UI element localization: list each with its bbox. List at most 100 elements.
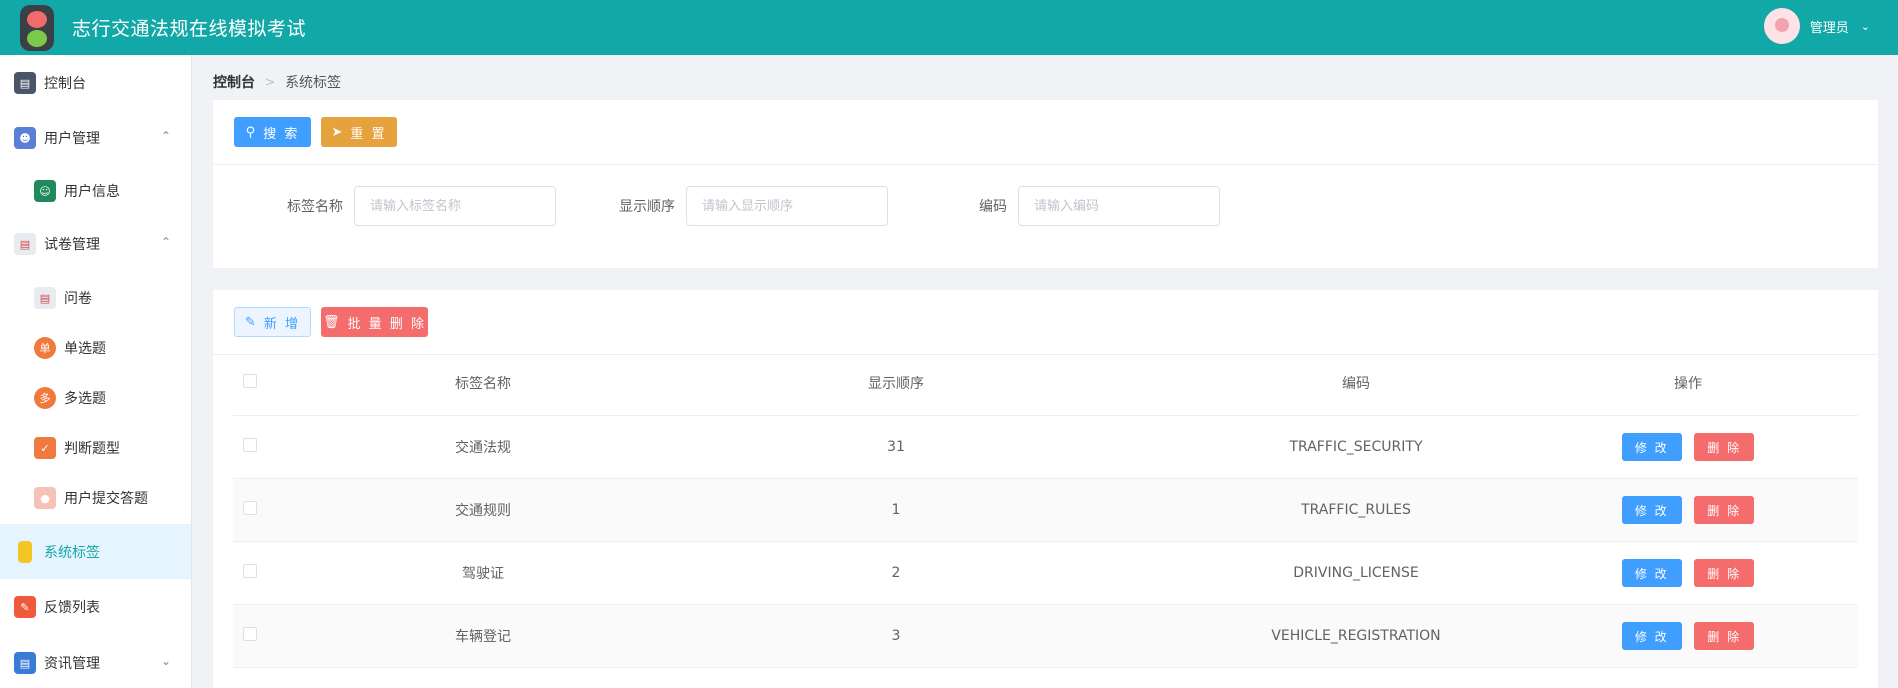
user-menu[interactable]: 管理员 ⌄ <box>1763 8 1870 44</box>
delete-button[interactable]: 删 除 <box>1694 496 1755 524</box>
cell-tag-name: 车辆登记 <box>455 629 511 645</box>
sidebar-item-label: 用户提交答题 <box>64 491 148 507</box>
display-order-label: 显示顺序 <box>619 199 675 215</box>
breadcrumb-home[interactable]: 控制台 <box>213 72 255 92</box>
code-label: 编码 <box>979 199 1007 215</box>
add-button[interactable]: ✎ 新 增 <box>234 307 311 337</box>
trash-icon: 🗑 <box>323 314 342 330</box>
column-header-code: 编码 <box>1342 375 1370 392</box>
table-panel: ✎ 新 增 🗑 批 量 删 除 标签名称 显示顺序 编码 操作 交通法规 31 … <box>213 290 1878 688</box>
chevron-up-icon: ⌃ <box>160 235 171 249</box>
table-row: 车辆登记 3 VEHICLE_REGISTRATION 修 改 删 除 <box>233 605 1858 668</box>
cell-display-order: 3 <box>891 628 901 644</box>
display-order-input[interactable] <box>686 186 888 226</box>
cell-code: VEHICLE_REGISTRATION <box>1271 628 1441 644</box>
edit-button[interactable]: 修 改 <box>1621 559 1682 587</box>
user-group-icon: ☻ <box>14 127 36 149</box>
reset-button-label: 重 置 <box>350 126 387 142</box>
sidebar-item-multi-choice[interactable]: 多 多选题 <box>0 373 191 423</box>
select-all-checkbox[interactable] <box>243 373 257 388</box>
add-button-label: 新 增 <box>263 316 301 332</box>
sidebar-item-user-info[interactable]: ☺ 用户信息 <box>0 166 191 216</box>
reset-button[interactable]: ➤ 重 置 <box>321 117 397 147</box>
column-header-display-order: 显示顺序 <box>868 375 924 392</box>
sidebar-item-label: 系统标签 <box>44 544 100 561</box>
row-checkbox[interactable] <box>243 438 257 452</box>
sidebar-item-judge[interactable]: ✓ 判断题型 <box>0 423 191 473</box>
sidebar-item-label: 资讯管理 <box>44 656 100 672</box>
row-checkbox[interactable] <box>243 501 257 515</box>
table-row: 驾驶证 2 DRIVING_LICENSE 修 改 删 除 <box>233 542 1858 605</box>
sidebar-item-user-submissions[interactable]: ● 用户提交答题 <box>0 473 191 523</box>
cell-code: TRAFFIC_RULES <box>1301 502 1411 518</box>
single-choice-icon: 单 <box>34 337 56 359</box>
sidebar-item-user-management[interactable]: ☻ 用户管理 ⌃ <box>0 113 191 163</box>
sidebar-item-news-management[interactable]: ▤ 资讯管理 ⌄ <box>0 638 191 688</box>
traffic-light-logo-icon <box>20 4 54 51</box>
divider <box>213 164 1878 165</box>
edit-button[interactable]: 修 改 <box>1621 433 1682 461</box>
paper-icon: ▤ <box>14 233 36 255</box>
sidebar-item-label: 问卷 <box>64 291 92 307</box>
cell-code: TRAFFIC_SECURITY <box>1289 439 1423 455</box>
batch-delete-button-label: 批 量 删 除 <box>347 316 426 332</box>
column-header-actions: 操作 <box>1674 375 1702 392</box>
breadcrumb-current: 系统标签 <box>285 75 342 91</box>
news-icon: ▤ <box>14 652 36 674</box>
judge-icon: ✓ <box>34 437 56 459</box>
breadcrumb-separator-icon: > <box>265 75 276 89</box>
sidebar-item-label: 多选题 <box>64 391 106 407</box>
column-header-tag-name: 标签名称 <box>455 375 511 392</box>
sidebar-item-system-tags[interactable]: 系统标签 <box>0 524 191 579</box>
sidebar: ▤ 控制台 ☻ 用户管理 ⌃ ☺ 用户信息 ▤ 试卷管理 ⌃ ▤ 问卷 单 单选… <box>0 55 192 688</box>
chevron-down-icon: ⌄ <box>160 654 171 668</box>
send-icon: ➤ <box>331 124 345 140</box>
sidebar-item-label: 反馈列表 <box>44 600 100 616</box>
questionnaire-icon: ▤ <box>34 287 56 309</box>
batch-delete-button[interactable]: 🗑 批 量 删 除 <box>321 307 428 337</box>
table-row: 交通规则 1 TRAFFIC_RULES 修 改 删 除 <box>233 479 1858 542</box>
cell-tag-name: 交通法规 <box>455 440 511 456</box>
app-title: 志行交通法规在线模拟考试 <box>72 18 307 40</box>
code-input[interactable] <box>1018 186 1220 226</box>
table-row: 交通法规 31 TRAFFIC_SECURITY 修 改 删 除 <box>233 416 1858 479</box>
table-header-row: 标签名称 显示顺序 编码 操作 <box>233 350 1858 416</box>
top-header: 志行交通法规在线模拟考试 管理员 ⌄ <box>0 0 1898 55</box>
cell-tag-name: 交通规则 <box>455 503 511 519</box>
sidebar-item-label: 试卷管理 <box>44 237 100 253</box>
avatar <box>1763 8 1800 44</box>
cell-display-order: 2 <box>891 565 901 581</box>
search-icon: ⚲ <box>245 124 258 140</box>
search-button-label: 搜 索 <box>263 126 300 142</box>
dashboard-icon: ▤ <box>14 72 36 94</box>
sidebar-item-questionnaire[interactable]: ▤ 问卷 <box>0 273 191 323</box>
delete-button[interactable]: 删 除 <box>1694 559 1755 587</box>
sidebar-item-label: 用户管理 <box>44 131 100 147</box>
edit-button[interactable]: 修 改 <box>1621 622 1682 650</box>
user-name: 管理员 <box>1809 20 1849 36</box>
edit-button[interactable]: 修 改 <box>1621 496 1682 524</box>
tag-name-input[interactable] <box>354 186 556 226</box>
multi-choice-icon: 多 <box>34 387 56 409</box>
sidebar-item-paper-management[interactable]: ▤ 试卷管理 ⌃ <box>0 219 191 269</box>
tag-icon <box>18 540 32 563</box>
cell-display-order: 31 <box>887 439 905 455</box>
row-checkbox[interactable] <box>243 627 257 641</box>
feedback-icon: ✎ <box>14 596 36 618</box>
sidebar-item-feedback[interactable]: ✎ 反馈列表 <box>0 582 191 632</box>
sidebar-item-dashboard[interactable]: ▤ 控制台 <box>0 58 191 108</box>
cell-display-order: 1 <box>891 502 901 518</box>
search-button[interactable]: ⚲ 搜 索 <box>234 117 311 147</box>
user-card-icon: ☺ <box>34 180 56 202</box>
sidebar-item-label: 单选题 <box>64 341 106 357</box>
tag-name-label: 标签名称 <box>287 199 343 215</box>
cell-code: DRIVING_LICENSE <box>1293 565 1419 581</box>
submit-icon: ● <box>34 487 56 509</box>
delete-button[interactable]: 删 除 <box>1694 433 1755 461</box>
row-checkbox[interactable] <box>243 564 257 578</box>
delete-button[interactable]: 删 除 <box>1694 622 1755 650</box>
search-panel: ⚲ 搜 索 ➤ 重 置 标签名称 显示顺序 编码 <box>213 100 1878 268</box>
sidebar-item-single-choice[interactable]: 单 单选题 <box>0 323 191 373</box>
chevron-up-icon: ⌃ <box>160 129 171 143</box>
sidebar-item-label: 用户信息 <box>64 184 120 200</box>
